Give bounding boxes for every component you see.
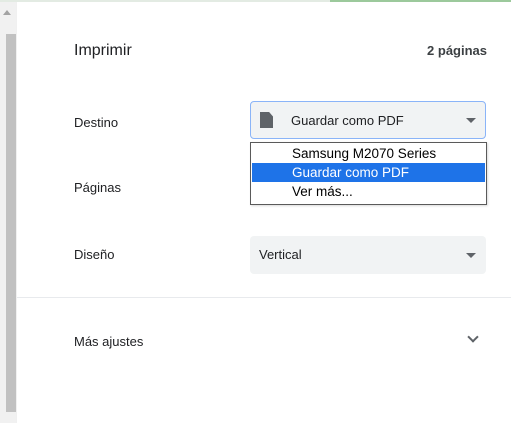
scrollbar-thumb[interactable] bbox=[6, 34, 16, 412]
top-border-accent bbox=[330, 0, 511, 2]
vertical-scrollbar[interactable] bbox=[0, 2, 16, 423]
more-settings-toggle[interactable]: Más ajustes bbox=[17, 318, 511, 366]
pages-label: Páginas bbox=[74, 180, 121, 195]
destination-option-see-more[interactable]: Ver más... bbox=[252, 182, 485, 201]
layout-select[interactable]: Vertical bbox=[250, 236, 486, 274]
destination-option-samsung[interactable]: Samsung M2070 Series bbox=[252, 144, 485, 163]
destination-option-save-pdf[interactable]: Guardar como PDF bbox=[252, 163, 485, 182]
caret-down-icon bbox=[466, 118, 476, 123]
layout-selected-value: Vertical bbox=[259, 247, 302, 262]
destination-selected-value: Guardar como PDF bbox=[291, 113, 404, 128]
print-dialog: Imprimir 2 páginas Destino Guardar como … bbox=[0, 0, 511, 423]
caret-down-icon bbox=[466, 253, 476, 258]
destination-dropdown-list: Samsung M2070 Series Guardar como PDF Ve… bbox=[250, 142, 487, 205]
page-title: Imprimir bbox=[74, 42, 132, 59]
destination-select[interactable]: Guardar como PDF bbox=[250, 101, 486, 139]
document-icon bbox=[260, 112, 273, 128]
section-divider bbox=[17, 297, 511, 298]
destination-label: Destino bbox=[74, 115, 119, 130]
scroll-up-arrow-icon[interactable] bbox=[3, 10, 11, 15]
page-count: 2 páginas bbox=[427, 43, 487, 58]
chevron-down-icon bbox=[467, 331, 479, 343]
more-settings-label: Más ajustes bbox=[74, 334, 144, 349]
layout-label: Diseño bbox=[74, 247, 115, 262]
